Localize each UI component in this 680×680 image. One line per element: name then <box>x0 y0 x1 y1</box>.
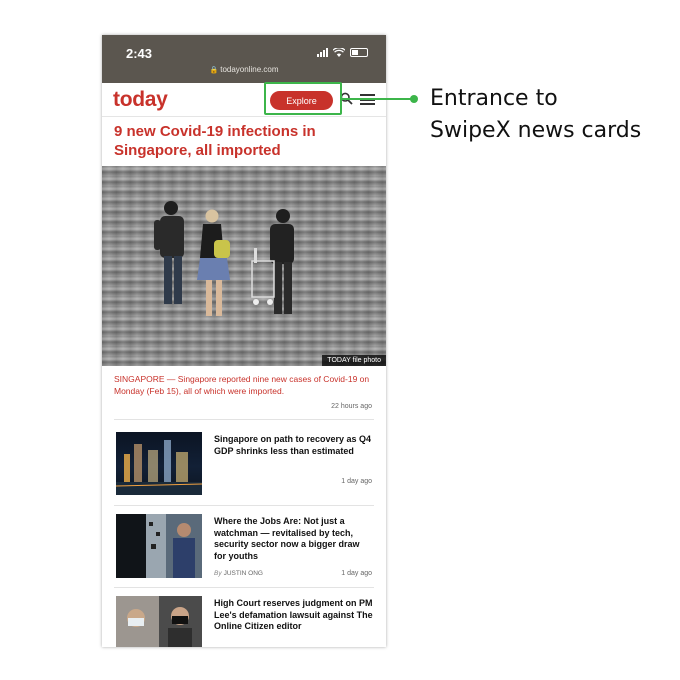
security-guard-thumbnail <box>116 514 202 578</box>
top-story-time: 22 hours ago <box>331 403 372 410</box>
annotation-line-2: SwipeX news cards <box>430 118 642 143</box>
callout-dot <box>410 95 418 103</box>
article-author[interactable]: JUSTIN ONG <box>224 570 263 577</box>
article-title[interactable]: Singapore on path to recovery as Q4 GDP … <box>214 434 374 457</box>
pedestrians-illustration <box>154 201 294 316</box>
divider <box>114 505 374 506</box>
today-logo[interactable]: today <box>113 88 168 112</box>
article-thumbnail[interactable] <box>116 514 202 578</box>
address-bar[interactable]: 🔒 todayonline.com <box>102 65 386 74</box>
article-title[interactable]: Where the Jobs Are: Not just a watchman … <box>214 516 374 562</box>
annotation-line-1: Entrance to <box>430 86 558 111</box>
court-people-thumbnail <box>116 596 202 647</box>
url-text: todayonline.com <box>220 65 279 74</box>
signal-icon <box>317 48 328 57</box>
lock-icon: 🔒 <box>209 67 219 74</box>
article-thumbnail[interactable] <box>116 432 202 495</box>
top-story-headline[interactable]: 9 new Covid-19 infections in Singapore, … <box>114 122 376 160</box>
site-header: today Explore <box>102 83 386 117</box>
explore-highlight-box <box>264 82 342 115</box>
byline-prefix: By <box>214 570 222 577</box>
article-time: 1 day ago <box>341 478 372 485</box>
divider <box>114 587 374 588</box>
top-story-photo[interactable]: TODAY file photo <box>102 166 386 366</box>
article-title[interactable]: High Court reserves judgment on PM Lee's… <box>214 598 374 633</box>
article-time: 1 day ago <box>341 570 372 577</box>
status-bar: 2:43 🔒 todayonline.com <box>102 35 386 83</box>
article-thumbnail[interactable] <box>116 596 202 647</box>
wifi-icon <box>333 48 345 57</box>
status-time: 2:43 <box>126 46 153 61</box>
phone-screen: 2:43 🔒 todayonline.com today Explore 9 ne… <box>102 35 386 647</box>
battery-icon <box>350 48 368 57</box>
status-icons <box>317 48 368 57</box>
callout-line <box>342 98 414 100</box>
top-story-lead: SINGAPORE — Singapore reported nine new … <box>114 374 370 396</box>
divider <box>114 419 374 420</box>
annotation-text: Entrance to SwipeX news cards <box>430 83 670 147</box>
photo-credit: TODAY file photo <box>322 355 386 366</box>
article-byline: By JUSTIN ONG <box>214 570 263 577</box>
city-night-thumbnail <box>116 440 202 495</box>
